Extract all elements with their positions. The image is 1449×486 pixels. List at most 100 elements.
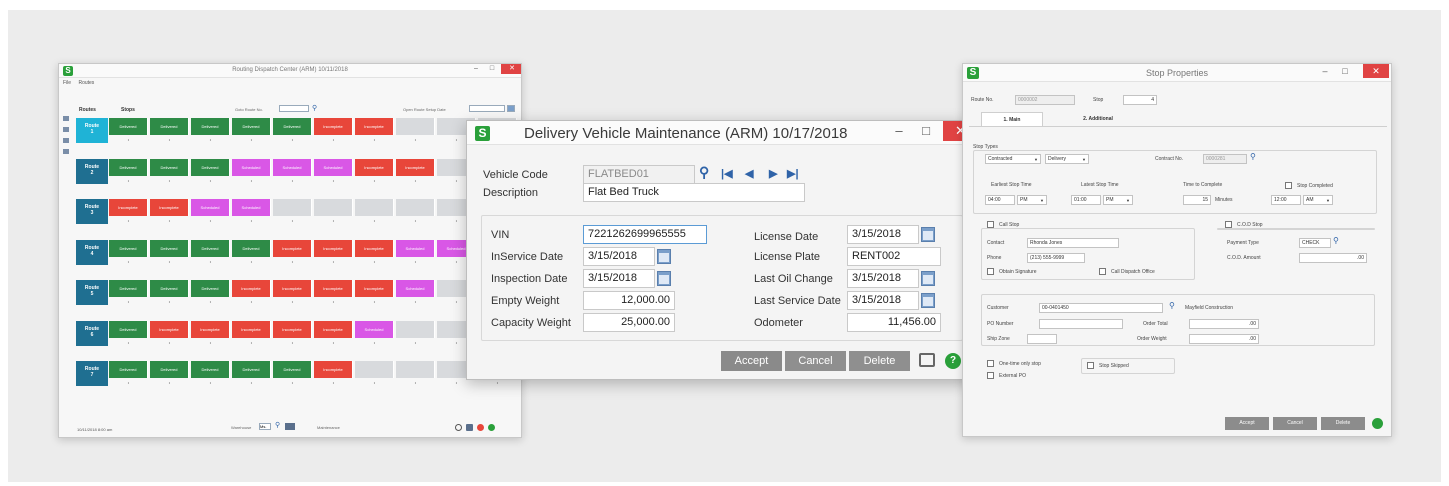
help-icon[interactable] bbox=[488, 424, 495, 431]
stop-cell[interactable]: Delivered bbox=[232, 361, 271, 378]
latest-time-field[interactable]: 01:00 bbox=[1071, 195, 1101, 205]
stop-cell[interactable]: Incomplete bbox=[150, 320, 189, 338]
stop-cell[interactable] bbox=[355, 199, 394, 216]
stop-cell[interactable]: Delivered bbox=[232, 118, 271, 135]
search-icon[interactable]: ⚲ bbox=[1250, 152, 1256, 161]
stop-cell[interactable]: Delivered bbox=[109, 118, 148, 135]
cod-amount-field[interactable]: .00 bbox=[1299, 253, 1367, 263]
stop-field[interactable]: 4 bbox=[1123, 95, 1157, 105]
search-icon[interactable]: ⚲ bbox=[1333, 236, 1339, 245]
toolbar-icon[interactable] bbox=[63, 116, 69, 121]
stop-cell[interactable]: Delivered bbox=[273, 118, 312, 135]
customer-field[interactable]: 00-0401450 bbox=[1039, 303, 1163, 313]
help-icon[interactable]: ? bbox=[945, 353, 961, 369]
print-icon[interactable] bbox=[919, 353, 935, 367]
maximize-button[interactable]: □ bbox=[485, 64, 499, 74]
contract-no-field[interactable]: 0000281 bbox=[1203, 154, 1247, 164]
stop-mode-select[interactable]: Delivery bbox=[1045, 154, 1089, 164]
previous-record-icon[interactable]: ◀ bbox=[745, 167, 753, 180]
calendar-icon[interactable] bbox=[657, 249, 671, 264]
last-record-icon[interactable]: ▶| bbox=[787, 167, 799, 180]
description-field[interactable]: Flat Bed Truck bbox=[583, 183, 805, 202]
cod-stop-checkbox[interactable] bbox=[1225, 221, 1232, 228]
settings-icon[interactable] bbox=[477, 424, 484, 431]
license-date-field[interactable]: 3/15/2018 bbox=[847, 225, 919, 244]
search-icon[interactable]: ⚲ bbox=[275, 421, 280, 429]
tab-main[interactable]: 1. Main bbox=[981, 112, 1043, 126]
stop-cell[interactable]: Delivered bbox=[150, 118, 189, 135]
stop-cell[interactable]: Delivered bbox=[232, 239, 271, 257]
stop-cell[interactable]: Delivered bbox=[109, 280, 148, 297]
stop-cell[interactable]: Scheduled bbox=[396, 280, 435, 297]
time-to-complete-field[interactable]: 15 bbox=[1183, 195, 1211, 205]
stop-cell[interactable]: Delivered bbox=[191, 158, 230, 176]
license-plate-field[interactable]: RENT002 bbox=[847, 247, 941, 266]
calendar-icon[interactable] bbox=[507, 105, 515, 112]
phone-field[interactable]: (213) 555-9999 bbox=[1027, 253, 1085, 263]
route-no-field[interactable]: 0000002 bbox=[1015, 95, 1075, 105]
stop-cell[interactable] bbox=[273, 199, 312, 216]
accept-button[interactable]: Accept bbox=[1225, 417, 1269, 430]
route-label[interactable]: Route 7 bbox=[76, 361, 108, 386]
menu-routes[interactable]: Routes bbox=[78, 80, 94, 86]
stop-cell[interactable]: Incomplete bbox=[314, 239, 353, 257]
last-service-date-field[interactable]: 3/15/2018 bbox=[847, 291, 919, 310]
stop-cell[interactable]: Scheduled bbox=[191, 199, 230, 216]
route-label[interactable]: Route 3 bbox=[76, 199, 108, 224]
capacity-weight-field[interactable]: 25,000.00 bbox=[583, 313, 675, 332]
ship-zone-field[interactable] bbox=[1027, 334, 1057, 344]
stop-cell[interactable]: Incomplete bbox=[396, 158, 435, 176]
stop-cell[interactable] bbox=[314, 199, 353, 216]
calendar-icon[interactable] bbox=[921, 271, 935, 286]
stop-cell[interactable]: Incomplete bbox=[355, 158, 394, 176]
search-icon[interactable]: ⚲ bbox=[699, 164, 709, 181]
stop-cell[interactable]: Incomplete bbox=[314, 280, 353, 297]
stop-cell[interactable] bbox=[396, 361, 435, 378]
route-label[interactable]: Route 6 bbox=[76, 320, 108, 346]
minimize-button[interactable]: – bbox=[888, 121, 910, 141]
payment-type-field[interactable]: CHECK bbox=[1299, 238, 1331, 248]
stop-cell[interactable]: Incomplete bbox=[232, 320, 271, 338]
stop-cell[interactable]: Delivered bbox=[109, 361, 148, 378]
external-po-checkbox[interactable] bbox=[987, 372, 994, 379]
stop-completed-checkbox[interactable] bbox=[1285, 182, 1292, 189]
toolbar-icon[interactable] bbox=[63, 127, 69, 132]
stop-cell[interactable]: Scheduled bbox=[396, 239, 435, 257]
stop-cell[interactable]: Delivered bbox=[273, 361, 312, 378]
stop-cell[interactable] bbox=[396, 118, 435, 135]
stop-cell[interactable]: Scheduled bbox=[314, 158, 353, 176]
stop-cell[interactable]: Delivered bbox=[150, 361, 189, 378]
close-button[interactable]: ✕ bbox=[501, 64, 521, 74]
accept-button[interactable]: Accept bbox=[721, 351, 782, 371]
stop-cell[interactable]: Scheduled bbox=[273, 158, 312, 176]
stop-cell[interactable]: Incomplete bbox=[273, 320, 312, 338]
stop-type-select[interactable]: Contracted bbox=[985, 154, 1041, 164]
po-number-field[interactable] bbox=[1039, 319, 1123, 329]
stop-cell[interactable]: Scheduled bbox=[232, 199, 271, 216]
cancel-button[interactable]: Cancel bbox=[1273, 417, 1317, 430]
stop-cell[interactable]: Delivered bbox=[191, 239, 230, 257]
search-icon[interactable]: ⚲ bbox=[1169, 301, 1175, 310]
vin-field[interactable]: 7221262699965555 bbox=[583, 225, 707, 244]
contact-field[interactable]: Rhonda Jones bbox=[1027, 238, 1119, 248]
stop-cell[interactable] bbox=[396, 199, 435, 216]
stop-cell[interactable]: Scheduled bbox=[355, 320, 394, 338]
stop-cell[interactable]: Delivered bbox=[150, 158, 189, 176]
first-record-icon[interactable]: |◀ bbox=[721, 167, 733, 180]
calendar-icon[interactable] bbox=[657, 271, 671, 286]
stop-cell[interactable]: Incomplete bbox=[355, 239, 394, 257]
obtain-signature-checkbox[interactable] bbox=[987, 268, 994, 275]
stop-cell[interactable]: Incomplete bbox=[273, 239, 312, 257]
stop-cell[interactable]: Incomplete bbox=[314, 320, 353, 338]
stop-cell[interactable]: Delivered bbox=[191, 280, 230, 297]
stop-cell[interactable]: Incomplete bbox=[191, 320, 230, 338]
completed-ampm-select[interactable]: AM bbox=[1303, 195, 1333, 205]
route-label[interactable]: Route 4 bbox=[76, 239, 108, 265]
stop-cell[interactable]: Incomplete bbox=[109, 199, 148, 216]
delete-button[interactable]: Delete bbox=[1321, 417, 1365, 430]
search-icon[interactable]: ⚲ bbox=[312, 104, 317, 112]
calendar-icon[interactable] bbox=[921, 227, 935, 242]
cancel-button[interactable]: Cancel bbox=[785, 351, 846, 371]
stop-cell[interactable]: Delivered bbox=[150, 280, 189, 297]
order-weight-field[interactable]: .00 bbox=[1189, 334, 1259, 344]
